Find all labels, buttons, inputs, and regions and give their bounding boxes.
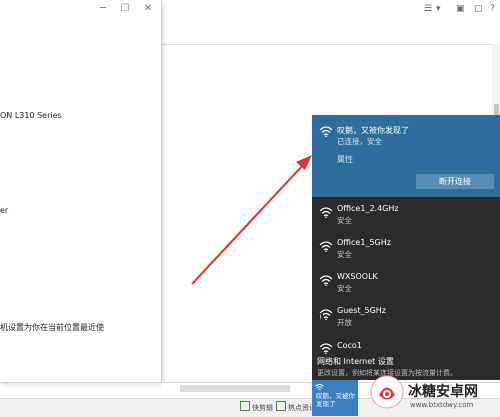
watermark-name: 冰糖安卓网 [408, 384, 478, 400]
wifi-icon [319, 241, 333, 252]
list-view-icon[interactable]: ☰ [424, 4, 432, 14]
network-name: Coco1 [337, 341, 362, 350]
wifi-tile-label: 叹鹅，又被你 发现了 [316, 392, 355, 408]
wifi-icon [319, 207, 333, 218]
taskbar-item-news[interactable]: 热点资讯 [276, 401, 316, 415]
network-item[interactable]: WXSOOLK 安全 [312, 269, 500, 303]
horizontal-scrollbar[interactable] [180, 385, 290, 392]
network-name: Guest_5GHz [337, 306, 386, 315]
network-name: WXSOOLK [337, 272, 378, 281]
settings-dialog: ─ ☐ ✕ ON L310 Series er 机设置为你在当前位置最近使 [0, 0, 162, 383]
network-status: 开放 [337, 318, 352, 327]
network-settings-link[interactable]: 网络和 Internet 设置 [317, 356, 394, 367]
network-status: 安全 [337, 216, 352, 225]
default-printer-setting: 机设置为你在当前位置最近使 [0, 323, 104, 332]
wifi-icon [315, 383, 324, 390]
help-icon[interactable]: ? [490, 4, 495, 14]
printer-name: ON L310 Series [0, 111, 62, 120]
network-item[interactable]: ! Guest_5GHz 开放 [312, 303, 500, 337]
window-icon[interactable]: ▢ [474, 4, 483, 14]
printer-name-2: er [0, 206, 9, 215]
video-icon [240, 401, 250, 411]
panel-icon[interactable]: ▣ [456, 4, 465, 14]
minimize-icon[interactable]: ─ [96, 3, 110, 15]
network-name: Office1_5GHz [337, 238, 391, 247]
properties-link[interactable]: 属性 [337, 154, 353, 165]
watermark-url: www.btxtdwy.com [410, 401, 474, 409]
network-status: 安全 [337, 250, 352, 259]
background-toolbar: ☰ ▾ ▣ ▢ ? [160, 0, 500, 21]
network-flyout: 叹鹅，又被你发现了 已连接，安全 属性 断开连接 Office1_2.4GHz … [312, 115, 500, 380]
background-address-bar [160, 20, 500, 45]
wifi-icon [319, 275, 333, 286]
network-item[interactable]: Office1_5GHz 安全 [312, 235, 500, 269]
open-wifi-icon: ! [319, 309, 333, 321]
disconnect-button[interactable]: 断开连接 [416, 174, 494, 189]
svg-text:!: ! [319, 314, 322, 321]
connected-network-name: 叹鹅，又被你发现了 [337, 126, 409, 135]
close-icon[interactable]: ✕ [141, 3, 155, 15]
connected-network[interactable]: 叹鹅，又被你发现了 已连接，安全 属性 断开连接 [312, 115, 500, 197]
wifi-icon [319, 126, 333, 137]
taskbar-item-kuaijianji[interactable]: 快剪辑 [240, 401, 273, 415]
network-status: 安全 [337, 284, 352, 293]
connected-network-status: 已连接，安全 [337, 137, 382, 146]
wifi-icon [319, 343, 333, 354]
watermark-logo [370, 375, 404, 409]
wifi-tile[interactable]: 叹鹅，又被你 发现了 [312, 380, 358, 416]
network-item[interactable]: Office1_2.4GHz 安全 [312, 201, 500, 235]
news-icon [276, 401, 286, 411]
chevron-down-icon[interactable]: ▾ [436, 4, 441, 14]
maximize-icon[interactable]: ☐ [118, 3, 132, 15]
network-name: Office1_2.4GHz [337, 204, 399, 213]
